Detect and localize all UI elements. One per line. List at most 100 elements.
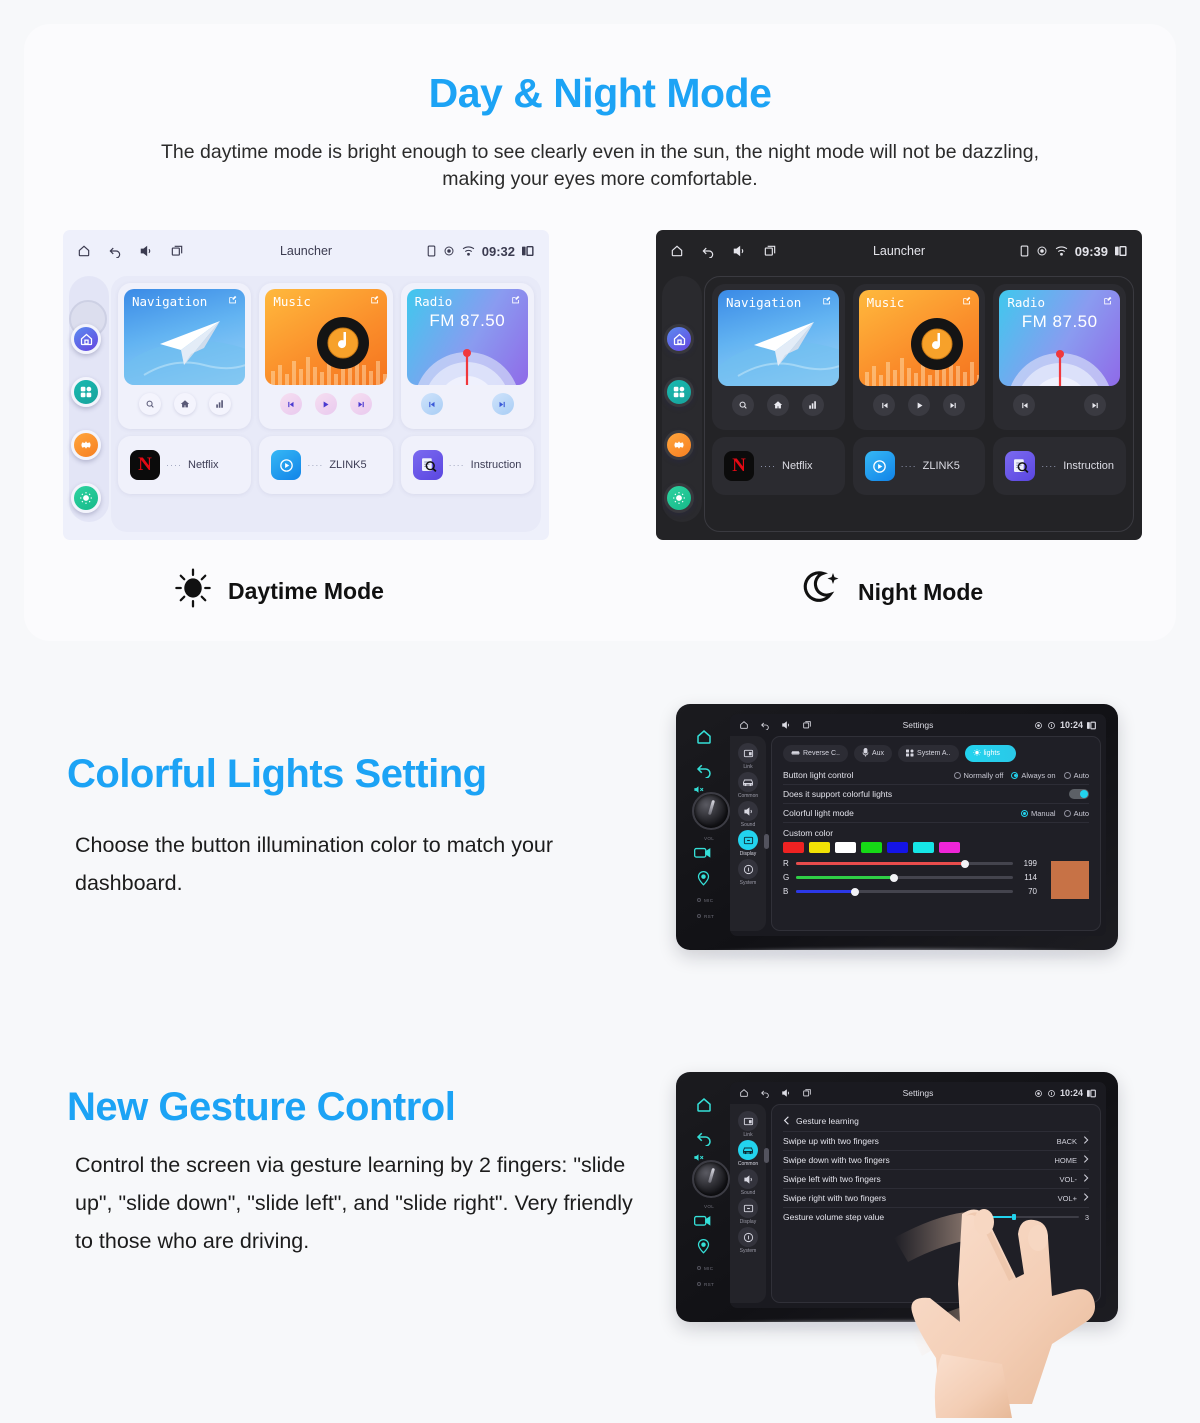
volume-icon[interactable] — [139, 244, 153, 258]
sidebar-item-sound[interactable]: Sound — [738, 801, 758, 828]
rail-settings-icon[interactable] — [71, 430, 101, 460]
widget-navigation[interactable]: Navigation — [712, 284, 845, 430]
b-slider-thumb[interactable] — [850, 887, 859, 896]
slider-row-b[interactable]: B 70 — [783, 887, 1037, 896]
search-icon[interactable] — [732, 394, 755, 416]
chart-icon[interactable] — [802, 394, 825, 416]
rail-home-icon[interactable] — [664, 324, 694, 354]
gesture-row-volume-step[interactable]: Gesture volume step value 3 — [783, 1207, 1089, 1226]
recents-icon[interactable] — [763, 244, 777, 258]
home-icon[interactable] — [77, 244, 91, 258]
home-icon[interactable] — [670, 244, 684, 258]
home-icon[interactable] — [767, 394, 790, 416]
swatch-cyan[interactable] — [913, 842, 934, 853]
slider-row-g[interactable]: G 114 — [783, 873, 1037, 882]
rail-settings-icon[interactable] — [664, 430, 694, 460]
step-slider-track[interactable] — [988, 1214, 1079, 1220]
swatch-green[interactable] — [861, 842, 882, 853]
recents-icon[interactable] — [170, 244, 184, 258]
slider-row-r[interactable]: R 199 — [783, 859, 1037, 868]
next-icon[interactable] — [1084, 394, 1107, 416]
gesture-row-swipe-right[interactable]: Swipe right with two fingers VOL+ — [783, 1188, 1089, 1207]
sidebar-item-system[interactable]: System — [738, 859, 758, 886]
widget-music[interactable]: Music — [852, 284, 986, 430]
chevron-right-icon[interactable] — [1083, 1174, 1089, 1184]
row-colorful-light-mode[interactable]: Colorful light mode Manual Auto — [783, 804, 1089, 823]
volume-icon[interactable] — [732, 244, 746, 258]
option-manual[interactable]: Manual — [1020, 809, 1056, 818]
bezel-back-icon[interactable] — [695, 1128, 713, 1147]
prev-icon[interactable] — [1013, 394, 1036, 416]
step-slider-thumb[interactable] — [1012, 1214, 1017, 1220]
gesture-breadcrumb[interactable]: Gesture learning — [783, 1113, 1089, 1129]
chevron-right-icon[interactable] — [1083, 1193, 1089, 1203]
chevron-left-icon[interactable] — [783, 1115, 790, 1127]
app-netflix[interactable]: N ···· Netflix — [712, 437, 845, 495]
search-icon[interactable] — [138, 393, 161, 415]
rail-home-icon[interactable] — [71, 324, 101, 354]
tab-system-a[interactable]: System A.. — [898, 745, 959, 762]
play-icon[interactable] — [314, 393, 337, 415]
option-normally-off[interactable]: Normally off — [953, 771, 1003, 780]
bezel-location-icon[interactable] — [697, 871, 710, 886]
bezel-home-icon[interactable] — [695, 1096, 713, 1114]
tab-lights[interactable]: lights — [964, 745, 1016, 762]
volume-knob[interactable] — [692, 792, 730, 830]
bezel-home-icon[interactable] — [695, 728, 713, 746]
back-icon[interactable] — [108, 244, 122, 259]
r-slider-thumb[interactable] — [961, 859, 970, 868]
next-icon[interactable] — [350, 393, 373, 415]
gesture-row-swipe-down[interactable]: Swipe down with two fingers HOME — [783, 1150, 1089, 1169]
widget-radio[interactable]: Radio FM 87.50 — [993, 284, 1127, 430]
sidebar-item-sound[interactable]: Sound — [738, 1169, 758, 1196]
prev-icon[interactable] — [279, 393, 302, 415]
g-slider-track[interactable] — [796, 873, 1013, 882]
app-instruction[interactable]: ···· Instruction — [993, 437, 1126, 495]
chevron-right-icon[interactable] — [1083, 1155, 1089, 1165]
app-zlink5[interactable]: ···· ZLINK5 — [852, 437, 986, 495]
rail-brightness-icon[interactable] — [664, 483, 694, 513]
edit-icon[interactable] — [228, 295, 238, 305]
sidebar-item-display[interactable]: Display — [738, 1198, 758, 1225]
tab-aux[interactable]: Aux — [853, 745, 893, 762]
row-button-light-control[interactable]: Button light control Normally off Always… — [783, 766, 1089, 785]
edit-icon[interactable] — [822, 296, 832, 306]
widget-radio[interactable]: Radio FM 87.50 — [400, 283, 534, 429]
bezel-camera-icon[interactable] — [694, 846, 711, 859]
option-auto[interactable]: Auto — [1063, 771, 1089, 780]
swatch-blue[interactable] — [887, 842, 908, 853]
next-icon[interactable] — [942, 394, 965, 416]
sidebar-item-link[interactable]: Link — [738, 743, 758, 770]
rail-apps-icon[interactable] — [71, 377, 101, 407]
b-slider-track[interactable] — [796, 887, 1013, 896]
edit-icon[interactable] — [511, 295, 521, 305]
rail-brightness-icon[interactable] — [71, 483, 101, 513]
sidebar-item-common[interactable]: Common — [738, 772, 758, 799]
swatch-magenta[interactable] — [939, 842, 960, 853]
option-always-on[interactable]: Always on — [1011, 771, 1056, 780]
chart-icon[interactable] — [208, 393, 231, 415]
widget-music[interactable]: Music — [259, 283, 393, 429]
colorful-lights-toggle[interactable] — [1069, 789, 1089, 799]
edit-icon[interactable] — [370, 295, 380, 305]
option-auto[interactable]: Auto — [1063, 809, 1089, 818]
rail-apps-icon[interactable] — [664, 377, 694, 407]
back-icon[interactable] — [701, 244, 715, 259]
edit-icon[interactable] — [962, 296, 972, 306]
sidebar-item-system[interactable]: System — [738, 1227, 758, 1254]
app-netflix[interactable]: N ···· Netflix — [118, 436, 252, 494]
bezel-back-icon[interactable] — [695, 760, 713, 779]
bezel-camera-icon[interactable] — [694, 1214, 711, 1227]
swatch-red[interactable] — [783, 842, 804, 853]
sidebar-item-link[interactable]: Link — [738, 1111, 758, 1138]
play-icon[interactable] — [908, 394, 930, 416]
app-instruction[interactable]: ···· Instruction — [400, 436, 534, 494]
tab-reverse-camera[interactable]: Reverse C.. — [783, 745, 848, 762]
edit-icon[interactable] — [1103, 296, 1113, 306]
home-icon[interactable] — [173, 393, 196, 415]
gesture-row-swipe-left[interactable]: Swipe left with two fingers VOL- — [783, 1169, 1089, 1188]
g-slider-thumb[interactable] — [889, 873, 898, 882]
bezel-location-icon[interactable] — [697, 1239, 710, 1254]
volume-knob[interactable] — [692, 1160, 730, 1198]
prev-icon[interactable] — [873, 394, 896, 416]
